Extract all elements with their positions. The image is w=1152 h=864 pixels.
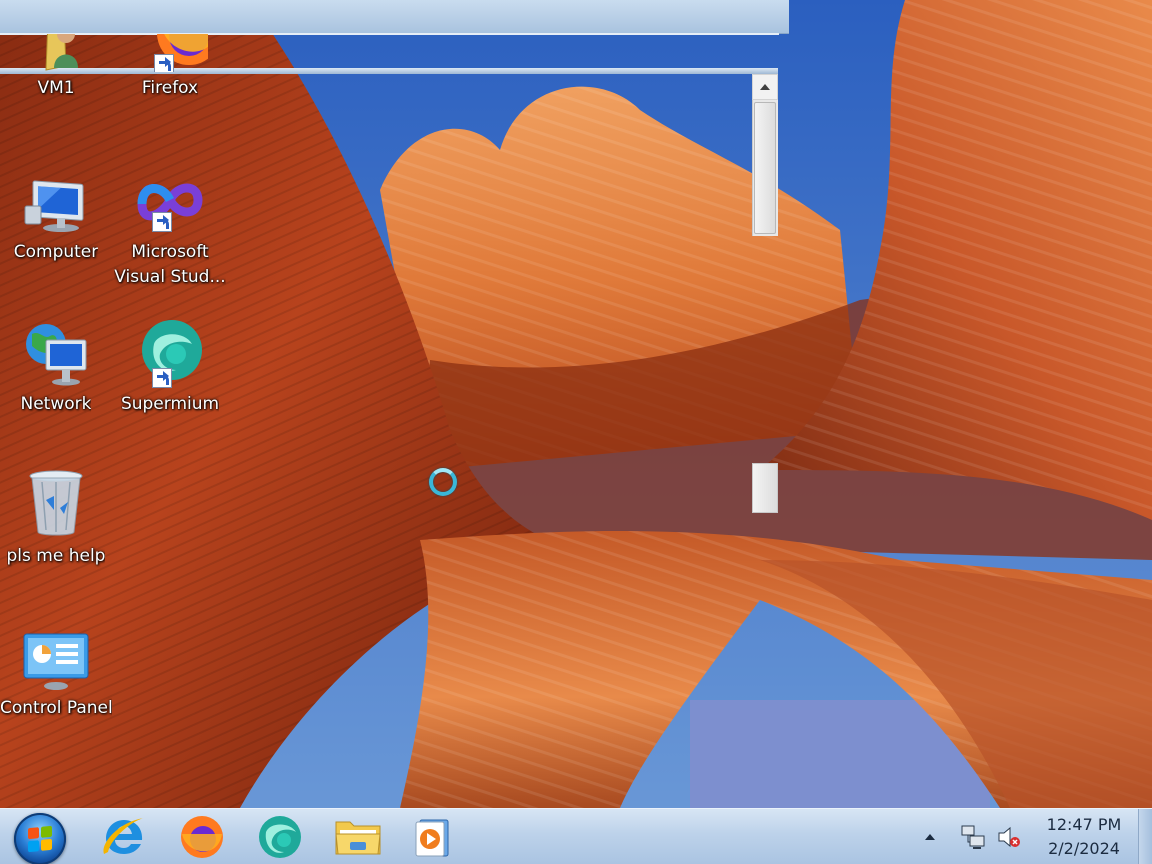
desktop-icon-label: VM1 (37, 78, 75, 98)
desktop-icon-vm1[interactable]: VM1 (0, 34, 112, 100)
desktop-icon-label: pls me help (6, 546, 106, 566)
desktop-icon-control-panel[interactable]: Control Panel (0, 620, 112, 720)
shortcut-arrow-icon (152, 368, 172, 388)
shortcut-arrow-icon (154, 54, 174, 72)
busy-cursor-icon (429, 468, 457, 496)
chevron-up-icon (760, 84, 770, 90)
desktop-icon-label: Firefox (141, 78, 199, 98)
tray-network-button[interactable] (958, 809, 988, 864)
computer-icon (18, 164, 94, 236)
user-folder-icon (18, 34, 94, 72)
show-desktop-button[interactable] (1138, 809, 1152, 864)
desktop-icon-label: Computer (13, 242, 99, 262)
taskbar-supermium[interactable] (252, 813, 308, 861)
taskbar-firefox[interactable] (174, 813, 230, 861)
desktop-icon-computer[interactable]: Computer (0, 164, 112, 264)
network-icon (961, 825, 985, 849)
taskbar: 12:47 PM 2/2/2024 (0, 808, 1152, 864)
desktop-icon-recycle-bin[interactable]: pls me help (0, 464, 112, 568)
volume-muted-icon (998, 826, 1020, 848)
tray-volume-button[interactable] (994, 809, 1024, 864)
taskbar-internet-explorer[interactable] (96, 813, 152, 861)
scroll-up-button[interactable] (752, 74, 778, 100)
taskbar-clock[interactable]: 12:47 PM 2/2/2024 (1036, 813, 1132, 863)
network-icon (18, 316, 94, 388)
glitched-window-titlebar (0, 0, 789, 35)
desktop-icon-label-line1: Microsoft (131, 242, 209, 262)
internet-explorer-icon (103, 818, 144, 854)
desktop-icon-label: Supermium (120, 394, 220, 414)
desktop-icon-label: Network (20, 394, 92, 414)
recycle-bin-icon (18, 464, 94, 540)
taskbar-media-player[interactable] (404, 813, 460, 861)
clock-time: 12:47 PM (1046, 815, 1122, 834)
show-hidden-icons-button[interactable] (918, 809, 942, 864)
visual-studio-icon (132, 164, 208, 236)
file-explorer-icon (335, 821, 381, 855)
scrollbar-thumb[interactable] (754, 102, 776, 234)
glitched-scrollbar-fragment[interactable] (752, 463, 778, 513)
supermium-icon (132, 316, 208, 388)
chevron-up-icon (925, 834, 935, 840)
firefox-icon (132, 34, 208, 72)
desktop-icon-visual-studio[interactable]: Microsoft Visual Stud... (114, 164, 226, 289)
supermium-icon (259, 816, 301, 858)
shortcut-arrow-icon (152, 212, 172, 232)
desktop-icon-network[interactable]: Network (0, 316, 112, 416)
desktop-icon-supermium[interactable]: Supermium (114, 316, 226, 416)
desktop-icon-firefox[interactable]: Firefox (114, 34, 226, 100)
desktop-icon-label-line2: Visual Stud... (114, 267, 226, 287)
desktop-icon-label: Control Panel (0, 698, 112, 718)
control-panel-icon (18, 620, 94, 692)
start-button[interactable] (14, 813, 66, 864)
media-player-icon (415, 819, 449, 857)
taskbar-file-explorer[interactable] (330, 813, 386, 861)
windows-logo-icon (28, 825, 52, 853)
clock-date: 2/2/2024 (1048, 839, 1120, 858)
firefox-icon (181, 816, 223, 858)
desktop-wallpaper (0, 0, 1152, 864)
